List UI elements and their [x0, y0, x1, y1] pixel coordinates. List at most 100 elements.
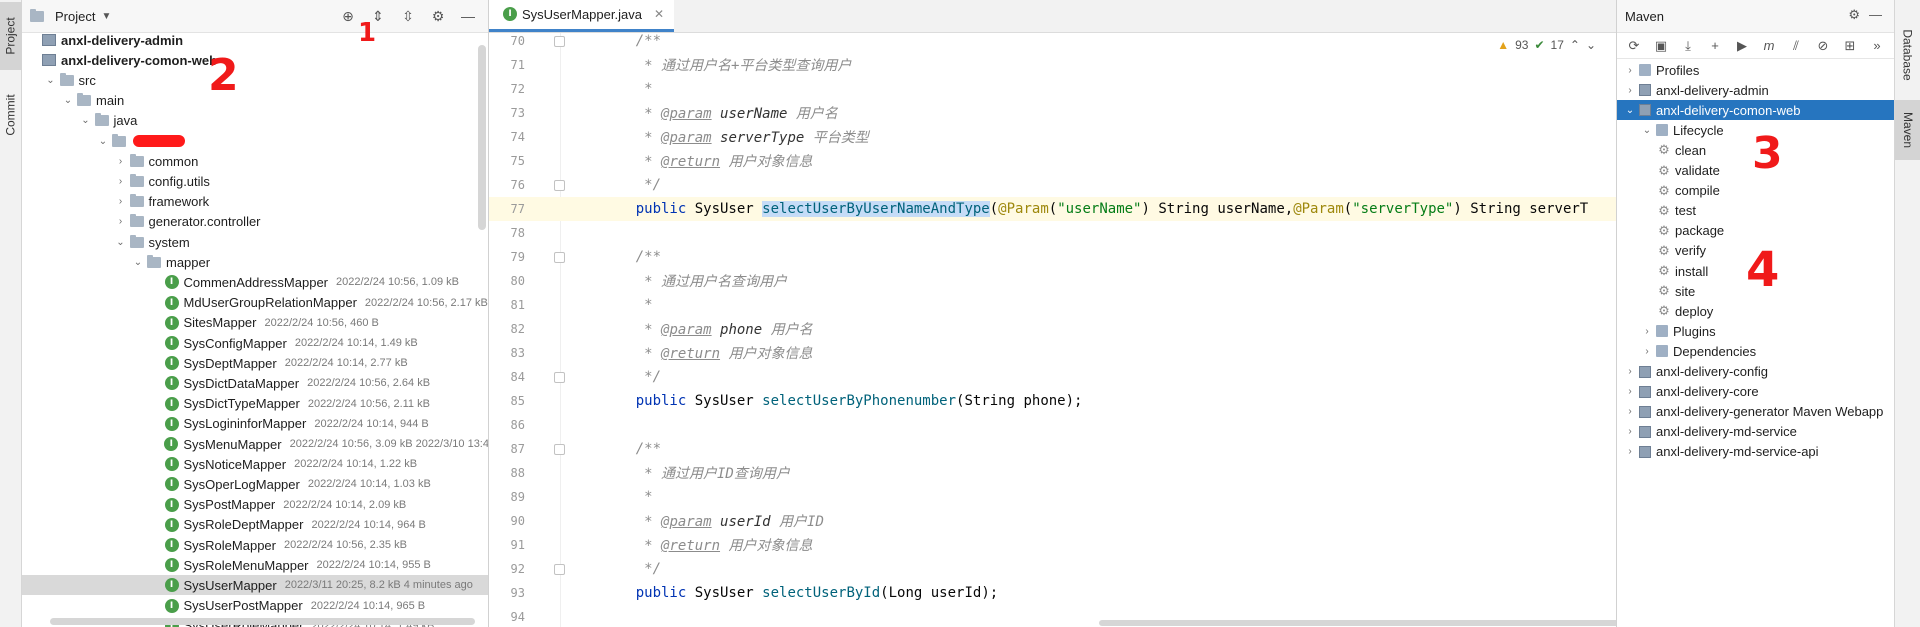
- code-line[interactable]: 83 * @return 用户对象信息: [489, 341, 1616, 365]
- project-tree-item[interactable]: ⌄ java: [22, 111, 488, 131]
- project-tree-item[interactable]: anxl-delivery-admin: [22, 30, 488, 50]
- project-tree-item[interactable]: I CommenAddressMapper 2022/2/24 10:56, 1.0…: [22, 272, 488, 292]
- project-tree-item[interactable]: ⌄ src: [22, 70, 488, 90]
- show-dependencies-icon[interactable]: ⊞: [1841, 37, 1859, 55]
- chevron-down-icon[interactable]: ⌄: [79, 115, 93, 126]
- project-tree-item[interactable]: ⌄ system: [22, 232, 488, 252]
- project-tree-item[interactable]: I SysPostMapper 2022/2/24 10:14, 2.09 kB: [22, 495, 488, 515]
- code-line[interactable]: 80 * 通过用户名查询用户: [489, 269, 1616, 293]
- code-line[interactable]: 91 * @return 用户对象信息: [489, 533, 1616, 557]
- chevron-right-icon[interactable]: ›: [1623, 386, 1637, 397]
- project-tree-item[interactable]: I SysDictDataMapper 2022/2/24 10:56, 2.64 …: [22, 373, 488, 393]
- chevron-down-icon[interactable]: ⌄: [131, 257, 145, 268]
- code-line[interactable]: 82 * @param phone 用户名: [489, 317, 1616, 341]
- project-vertical-scrollbar[interactable]: [478, 45, 486, 230]
- generate-sources-icon[interactable]: ▣: [1652, 37, 1670, 55]
- chevron-down-icon[interactable]: ⌄: [44, 75, 58, 86]
- code-line[interactable]: 70 /**: [489, 29, 1616, 53]
- chevron-right-icon[interactable]: ›: [114, 216, 128, 227]
- locate-file-icon[interactable]: ⊕: [338, 6, 358, 26]
- editor-horizontal-scrollbar[interactable]: [1099, 620, 1616, 626]
- maven-tree-item[interactable]: ⚙ clean: [1617, 140, 1894, 160]
- fold-marker-icon[interactable]: [554, 35, 565, 47]
- maven-tree-item[interactable]: › anxl-delivery-md-service: [1617, 422, 1894, 442]
- previous-highlight-icon[interactable]: ⌃: [1570, 38, 1580, 52]
- maven-tree-item[interactable]: › Profiles: [1617, 60, 1894, 80]
- code-line[interactable]: 90 * @param userId 用户ID: [489, 509, 1616, 533]
- maven-tree-item[interactable]: › Dependencies: [1617, 341, 1894, 361]
- close-icon[interactable]: ✕: [654, 7, 664, 21]
- code-line[interactable]: 74 * @param serverType 平台类型: [489, 125, 1616, 149]
- maven-tree-item[interactable]: ⚙ test: [1617, 201, 1894, 221]
- database-tool-tab[interactable]: Database: [1895, 20, 1920, 90]
- chevron-down-icon[interactable]: ▼: [101, 11, 111, 22]
- project-panel-title[interactable]: Project: [55, 9, 95, 24]
- code-line[interactable]: 92 */: [489, 557, 1616, 581]
- code-line[interactable]: 81 *: [489, 293, 1616, 317]
- chevron-right-icon[interactable]: ›: [114, 196, 128, 207]
- maven-tree-item[interactable]: › anxl-delivery-core: [1617, 382, 1894, 402]
- chevron-down-icon[interactable]: ⌄: [1623, 105, 1637, 116]
- project-tree-item[interactable]: I SysRoleDeptMapper 2022/2/24 10:14, 964 B: [22, 515, 488, 535]
- project-tree-item[interactable]: I SysMenuMapper 2022/2/24 10:56, 3.09 kB 2…: [22, 434, 488, 454]
- code-line[interactable]: 79 /**: [489, 245, 1616, 269]
- maven-tree-item[interactable]: ⌄ Lifecycle: [1617, 120, 1894, 140]
- gear-icon[interactable]: ⚙: [1848, 7, 1860, 23]
- chevron-right-icon[interactable]: ›: [114, 176, 128, 187]
- maven-tree-item[interactable]: ⚙ site: [1617, 281, 1894, 301]
- project-tree-item[interactable]: I SysRoleMapper 2022/2/24 10:56, 2.35 kB: [22, 535, 488, 555]
- code-line[interactable]: 71 * 通过用户名+平台类型查询用户: [489, 53, 1616, 77]
- project-tree-item[interactable]: I SysOperLogMapper 2022/2/24 10:14, 1.03 k…: [22, 474, 488, 494]
- minimize-icon[interactable]: —: [458, 6, 478, 26]
- collapse-all-icon[interactable]: ⇳: [398, 6, 418, 26]
- maven-tool-tab[interactable]: Maven: [1895, 100, 1920, 160]
- gear-icon[interactable]: ⚙: [428, 6, 448, 26]
- project-tree-item[interactable]: I SysConfigMapper 2022/2/24 10:14, 1.49 kB: [22, 333, 488, 353]
- code-line[interactable]: 76 */: [489, 173, 1616, 197]
- project-tree-item[interactable]: I SysDictTypeMapper 2022/2/24 10:56, 2.11 …: [22, 394, 488, 414]
- reload-icon[interactable]: ⟳: [1625, 37, 1643, 55]
- tab-sysusermapper-java[interactable]: I SysUserMapper.java ✕: [489, 0, 675, 32]
- project-tree-item[interactable]: I SysDeptMapper 2022/2/24 10:14, 2.77 kB: [22, 353, 488, 373]
- fold-marker-icon[interactable]: [554, 251, 565, 263]
- maven-tree-item[interactable]: ⚙ validate: [1617, 161, 1894, 181]
- maven-tree-item[interactable]: › Plugins: [1617, 321, 1894, 341]
- maven-tree-item[interactable]: ⌄ anxl-delivery-comon-web: [1617, 100, 1894, 121]
- maven-tree-item[interactable]: ⚙ package: [1617, 221, 1894, 241]
- project-tree-item[interactable]: ⌄: [22, 131, 488, 151]
- project-tree-item[interactable]: I MdUserGroupRelationMapper 2022/2/24 10:5…: [22, 293, 488, 313]
- project-tree-item[interactable]: ⌄ main: [22, 91, 488, 111]
- maven-tree-item[interactable]: ⚙ install: [1617, 261, 1894, 281]
- fold-marker-icon[interactable]: [554, 371, 565, 383]
- project-tool-tab[interactable]: Project: [0, 2, 22, 70]
- project-tree-item[interactable]: ⌄ mapper: [22, 252, 488, 272]
- code-line[interactable]: 72 *: [489, 77, 1616, 101]
- minimize-icon[interactable]: —: [1869, 7, 1882, 22]
- project-tree-item[interactable]: I SysUserMapper 2022/3/11 20:25, 8.2 kB 4 …: [22, 575, 488, 596]
- project-tree-item[interactable]: › generator.controller: [22, 212, 488, 232]
- code-line[interactable]: 89 *: [489, 485, 1616, 509]
- add-icon[interactable]: +: [1706, 37, 1724, 55]
- skip-tests-icon[interactable]: ⊘: [1814, 37, 1832, 55]
- chevron-down-icon[interactable]: ⌄: [1640, 125, 1654, 136]
- expand-all-icon[interactable]: ⇕: [368, 6, 388, 26]
- chevron-right-icon[interactable]: ›: [114, 156, 128, 167]
- code-line[interactable]: 75 * @return 用户对象信息: [489, 149, 1616, 173]
- chevron-right-icon[interactable]: ›: [1640, 326, 1654, 337]
- code-line[interactable]: 78: [489, 221, 1616, 245]
- project-tree-item[interactable]: I SysUserPostMapper 2022/2/24 10:14, 965 B: [22, 596, 488, 616]
- fold-marker-icon[interactable]: [554, 563, 565, 575]
- chevron-right-icon[interactable]: ›: [1623, 406, 1637, 417]
- code-line[interactable]: 88 * 通过用户ID查询用户: [489, 461, 1616, 485]
- execute-goal-icon[interactable]: m: [1760, 37, 1778, 55]
- maven-tree-item[interactable]: › anxl-delivery-generator Maven Webapp: [1617, 402, 1894, 422]
- chevron-right-icon[interactable]: ›: [1623, 446, 1637, 457]
- code-line[interactable]: 93 public SysUser selectUserById(Long us…: [489, 581, 1616, 605]
- maven-tree-item[interactable]: ⚙ compile: [1617, 181, 1894, 201]
- chevron-right-icon[interactable]: ›: [1623, 85, 1637, 96]
- next-highlight-icon[interactable]: ⌄: [1586, 38, 1596, 52]
- code-line[interactable]: 87 /**: [489, 437, 1616, 461]
- project-tree-item[interactable]: I SitesMapper 2022/2/24 10:56, 460 B: [22, 313, 488, 333]
- code-line[interactable]: 84 */: [489, 365, 1616, 389]
- maven-tree-item[interactable]: › anxl-delivery-config: [1617, 362, 1894, 382]
